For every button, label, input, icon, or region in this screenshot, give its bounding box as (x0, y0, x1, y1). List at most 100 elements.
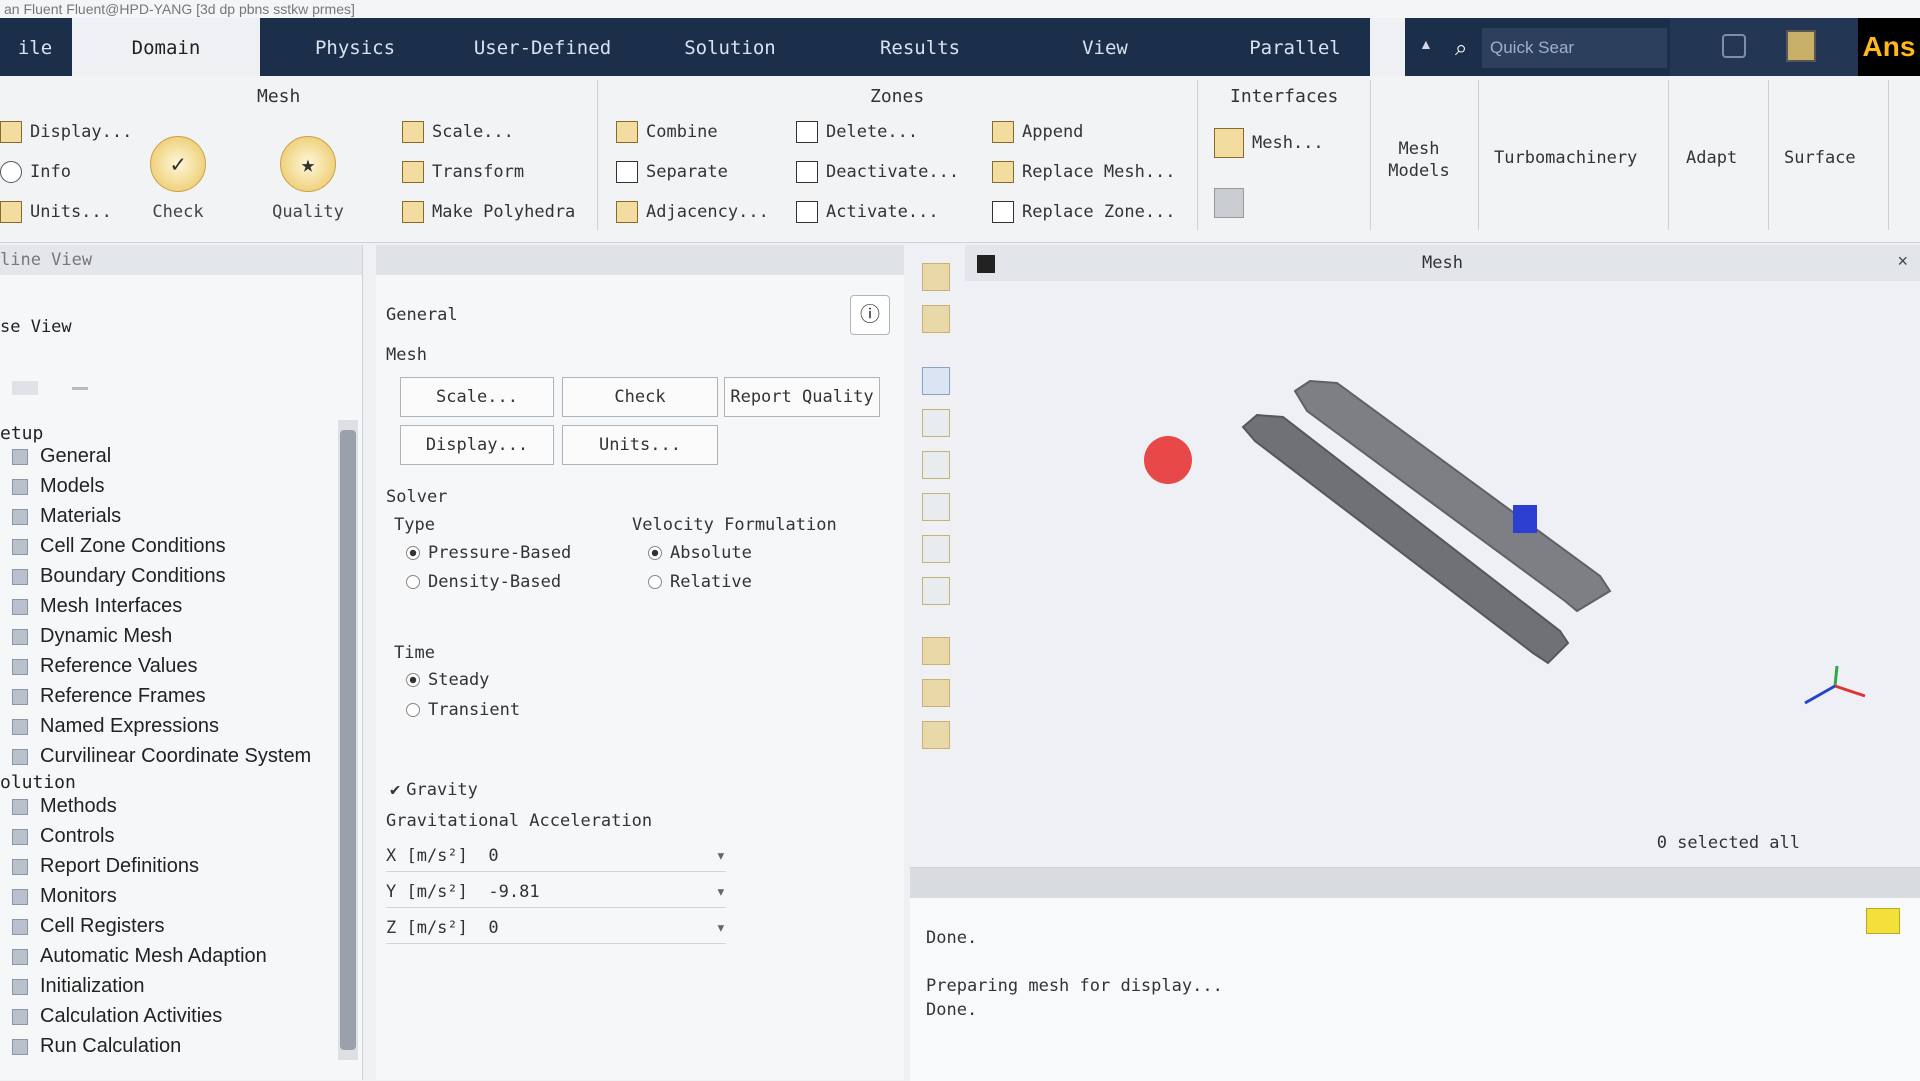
tree-item-cell-zone-conditions[interactable]: Cell Zone Conditions (12, 535, 226, 558)
collapse-icon[interactable] (72, 387, 88, 390)
console-clear-icon[interactable] (1866, 908, 1900, 934)
report-quality-button[interactable]: Report Quality (724, 377, 880, 417)
pressure-based-radio[interactable]: Pressure-Based (406, 543, 571, 563)
mesh-display-button[interactable]: Display... (0, 121, 132, 143)
tree-item-cell-registers[interactable]: Cell Registers (12, 915, 164, 938)
gravity-x-field[interactable]: X [m/s²] 0 ▾ (386, 841, 726, 872)
tree-item-general[interactable]: General (12, 445, 111, 468)
transform-button[interactable]: Transform (402, 161, 524, 183)
combine-button[interactable]: Combine (616, 121, 718, 143)
mesh-models-button[interactable]: Mesh Models (1384, 138, 1454, 182)
tree-item-named-expressions[interactable]: Named Expressions (12, 715, 219, 738)
gravity-z-field[interactable]: Z [m/s²] 0 ▾ (386, 913, 726, 944)
relative-radio[interactable]: Relative (648, 572, 752, 592)
tree-item-curvilinear-coordinate-system[interactable]: Curvilinear Coordinate System (12, 745, 311, 768)
graphics-window[interactable]: Mesh × 0 selected all (965, 245, 1920, 865)
transient-radio[interactable]: Transient (406, 700, 520, 720)
tab-file[interactable]: ile (0, 18, 70, 76)
probe-icon[interactable] (922, 577, 950, 605)
tree-item-controls[interactable]: Controls (12, 825, 114, 848)
adapt-button[interactable]: Adapt (1686, 148, 1737, 168)
zoom-box-icon[interactable] (922, 535, 950, 563)
camera-icon[interactable] (922, 305, 950, 333)
make-polyhedra-button[interactable]: Make Polyhedra (402, 201, 575, 223)
mesh-info-button[interactable]: Info (0, 161, 71, 183)
scale-button[interactable]: Scale... (402, 121, 514, 143)
mesh-viewport[interactable] (965, 281, 1920, 865)
tab-domain[interactable]: Domain (72, 18, 260, 76)
tab-parallel[interactable]: Parallel (1230, 18, 1360, 76)
activate-button[interactable]: Activate... (796, 201, 939, 223)
tab-solution[interactable]: Solution (660, 18, 800, 76)
display-mesh-button[interactable]: Display... (400, 425, 554, 465)
tree-item-methods[interactable]: Methods (12, 795, 117, 818)
zones-group-title: Zones (870, 86, 925, 107)
delete-button[interactable]: Delete... (796, 121, 918, 143)
dropdown-arrow-icon[interactable]: ▾ (716, 877, 726, 907)
pointer-icon[interactable] (922, 367, 950, 395)
turbomachinery-button[interactable]: Turbomachinery (1494, 148, 1637, 168)
replace-zone-button[interactable]: Replace Zone... (992, 201, 1176, 223)
tree-item-monitors[interactable]: Monitors (12, 885, 117, 908)
filter-icon[interactable] (12, 381, 38, 395)
console-panel[interactable]: Done. Preparing mesh for display... Done… (910, 867, 1920, 1081)
annotate-icon[interactable] (922, 721, 950, 749)
replace-mesh-button[interactable]: Replace Mesh... (992, 161, 1176, 183)
tree-item-calculation-activities[interactable]: Calculation Activities (12, 1005, 222, 1028)
interface-overset-icon[interactable] (1214, 188, 1244, 218)
setup-section[interactable]: etup (0, 423, 43, 444)
tree-item-reference-frames[interactable]: Reference Frames (12, 685, 206, 708)
title-bar: an Fluent Fluent@HPD-YANG [3d dp pbns ss… (0, 0, 1920, 18)
units-button[interactable]: Units... (562, 425, 718, 465)
tree-item-models[interactable]: Models (12, 475, 104, 498)
density-based-radio[interactable]: Density-Based (406, 572, 561, 592)
chevron-up-icon[interactable]: ▲ (1419, 36, 1433, 52)
flag-icon[interactable] (922, 637, 950, 665)
separate-button[interactable]: Separate (616, 161, 728, 183)
dropdown-arrow-icon[interactable]: ▾ (716, 913, 726, 943)
tree-item-mesh-interfaces[interactable]: Mesh Interfaces (12, 595, 182, 618)
type-label: Type (394, 515, 435, 535)
append-button[interactable]: Append (992, 121, 1083, 143)
tab-results[interactable]: Results (850, 18, 990, 76)
tree-scrollbar-thumb[interactable] (340, 430, 356, 1050)
check-button[interactable]: ✓ Check (148, 136, 208, 222)
mesh-units-button[interactable]: Units... (0, 201, 112, 223)
divider (1370, 80, 1371, 230)
notes-icon[interactable] (1786, 30, 1816, 62)
quality-button[interactable]: ★ Quality (270, 136, 346, 222)
cell-zone-icon (12, 539, 28, 555)
close-icon[interactable]: × (1897, 251, 1908, 272)
ruler-icon[interactable] (922, 679, 950, 707)
tree-item-reference-values[interactable]: Reference Values (12, 655, 198, 678)
surface-button[interactable]: Surface (1784, 148, 1856, 168)
gravity-y-field[interactable]: Y [m/s²] -9.81 ▾ (386, 877, 726, 908)
rotate-icon[interactable] (922, 451, 950, 479)
solution-section[interactable]: olution (0, 772, 76, 793)
check-mesh-button[interactable]: Check (562, 377, 718, 417)
tree-item-dynamic-mesh[interactable]: Dynamic Mesh (12, 625, 172, 648)
tree-item-report-definitions[interactable]: Report Definitions (12, 855, 199, 878)
steady-radio[interactable]: Steady (406, 670, 489, 690)
tab-physics[interactable]: Physics (290, 18, 420, 76)
tree-item-initialization[interactable]: Initialization (12, 975, 145, 998)
tree-item-automatic-mesh-adaption[interactable]: Automatic Mesh Adaption (12, 945, 267, 968)
help-icon[interactable]: ⓘ (850, 295, 890, 335)
tab-view[interactable]: View (1060, 18, 1150, 76)
tab-user-defined[interactable]: User-Defined (460, 18, 625, 76)
tree-item-boundary-conditions[interactable]: Boundary Conditions (12, 565, 226, 588)
tree-item-materials[interactable]: Materials (12, 505, 121, 528)
absolute-radio[interactable]: Absolute (648, 543, 752, 563)
search-input[interactable]: Quick Sear (1482, 28, 1667, 68)
pan-icon[interactable] (922, 493, 950, 521)
deactivate-button[interactable]: Deactivate... (796, 161, 959, 183)
dropdown-arrow-icon[interactable]: ▾ (716, 841, 726, 871)
gravity-checkbox[interactable]: ✔ Gravity (390, 780, 478, 800)
home-icon[interactable] (1722, 34, 1746, 58)
tree-item-run-calculation[interactable]: Run Calculation (12, 1035, 181, 1058)
zoom-icon[interactable] (922, 409, 950, 437)
adjacency-button[interactable]: Adjacency... (616, 201, 769, 223)
scale-mesh-button[interactable]: Scale... (400, 377, 554, 417)
interface-mesh-button[interactable]: Mesh... (1214, 128, 1324, 158)
fit-view-icon[interactable] (922, 263, 950, 291)
